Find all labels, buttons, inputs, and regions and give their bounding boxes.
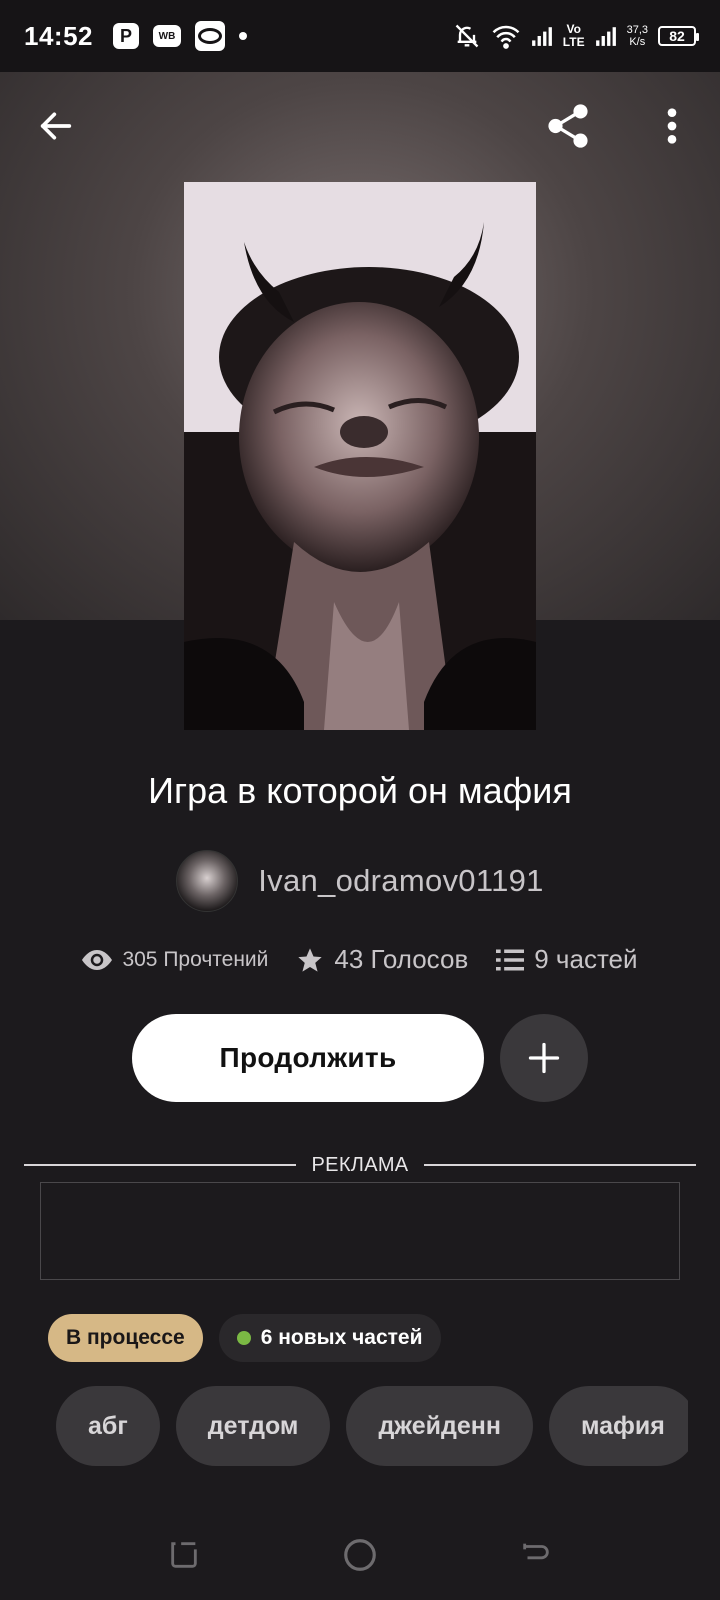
story-cover-image[interactable] — [184, 182, 536, 730]
eye-icon — [82, 949, 113, 970]
story-status-badges: В процессе 6 новых частей — [48, 1314, 441, 1362]
tags-list: абг детдом джейденн мафия — [56, 1386, 688, 1466]
continue-reading-button[interactable]: Продолжить — [132, 1014, 484, 1102]
wb-app-icon: WB — [153, 25, 181, 47]
home-icon[interactable] — [341, 1536, 379, 1574]
ad-banner-slot[interactable] — [40, 1182, 680, 1280]
divider-line — [24, 1164, 296, 1166]
divider-line — [424, 1164, 696, 1166]
system-nav-bar — [0, 1510, 720, 1600]
story-stats: 305 Прочтений 43 Голосов 9 частей — [0, 944, 720, 975]
tag-chip[interactable]: мафия — [548, 1386, 688, 1466]
star-icon — [298, 947, 323, 972]
speed-unit: K/s — [629, 36, 646, 48]
author-avatar[interactable] — [176, 850, 239, 912]
network-type: Vo LTE — [563, 23, 585, 49]
votes-stat: 43 Голосов — [296, 944, 468, 975]
new-parts-badge: 6 новых частей — [218, 1314, 441, 1362]
status-time: 14:52 — [24, 20, 93, 51]
back-button[interactable] — [28, 98, 84, 154]
signal-icon-2 — [595, 27, 616, 46]
plus-icon — [528, 1042, 560, 1074]
network-speed: 37,3 K/s — [627, 24, 648, 48]
green-dot-icon — [236, 1331, 251, 1345]
cover-portrait-illustration — [184, 182, 536, 730]
p-app-icon: P — [113, 23, 139, 49]
add-to-library-button[interactable] — [500, 1014, 588, 1102]
in-progress-badge: В процессе — [48, 1314, 203, 1362]
wifi-icon — [492, 25, 520, 49]
ad-label: РЕКЛАМА — [311, 1153, 409, 1176]
share-icon — [548, 104, 588, 148]
arrow-left-icon — [40, 112, 72, 140]
back-nav-icon[interactable] — [519, 1538, 553, 1572]
reads-count: 305 Прочтений — [122, 947, 269, 971]
author-name[interactable]: Ivan_odramov01191 — [258, 863, 543, 899]
notification-dot-icon — [239, 32, 247, 40]
bell-off-icon — [455, 24, 479, 48]
tags-scroller[interactable]: абг детдом джейденн мафия — [56, 1386, 688, 1466]
tag-chip[interactable]: абг — [56, 1386, 160, 1466]
parts-count: 9 частей — [534, 944, 638, 974]
ad-divider: РЕКЛАМА — [24, 1150, 696, 1180]
battery-level: 82 — [669, 28, 685, 44]
status-bar: 14:52 P WB Vo LTE 37,3 K/s 82 — [0, 0, 720, 72]
more-vertical-icon — [667, 108, 677, 144]
author-link[interactable]: Ivan_odramov01191 — [0, 850, 720, 912]
share-button[interactable] — [540, 98, 596, 154]
tag-chip[interactable]: джейденн — [346, 1386, 533, 1466]
status-app-icons: P WB — [113, 21, 247, 51]
reads-stat: 305 Прочтений — [82, 948, 268, 972]
tag-chip[interactable]: детдом — [175, 1386, 331, 1466]
list-icon — [496, 949, 525, 970]
status-right: Vo LTE 37,3 K/s 82 — [453, 22, 699, 50]
more-options-button[interactable] — [644, 98, 700, 154]
signal-icon — [531, 27, 552, 46]
new-parts-label: 6 новых частей — [260, 1326, 423, 1349]
parts-stat: 9 частей — [496, 944, 638, 975]
speed-value: 37,3 — [626, 24, 648, 36]
votes-count: 43 Голосов — [334, 944, 469, 974]
o-app-icon — [195, 21, 225, 51]
recents-icon[interactable] — [167, 1538, 201, 1572]
story-title: Игра в которой он мафия — [148, 770, 572, 811]
battery-icon: 82 — [658, 26, 699, 46]
network-lte: LTE — [562, 35, 585, 49]
story-details-screen: 14:52 P WB Vo LTE 37,3 K/s 82 Игра в кот… — [0, 0, 720, 1600]
